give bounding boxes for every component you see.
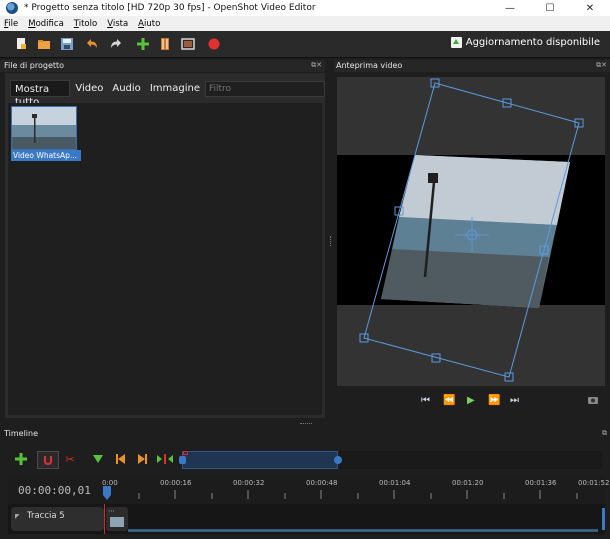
zoom-range-selection[interactable] <box>182 451 338 469</box>
ruler-tick-label: 00:00:16 <box>160 479 192 487</box>
panel-splitter-handle-horizontal[interactable] <box>300 423 312 425</box>
timeline-ruler[interactable]: 00:00:00,01 0:00 00:00:16 00:00:32 00:00… <box>8 476 609 504</box>
update-label: Aggiornamento disponibile <box>465 37 600 48</box>
clip-menu-icon[interactable]: ⋯ <box>108 507 115 515</box>
window-titlebar: * Progetto senza titolo [HD 720p 30 fps]… <box>0 0 610 16</box>
ruler-tick-label: 00:00:32 <box>233 479 265 487</box>
fast-forward-button[interactable]: ⏩ <box>488 395 500 406</box>
minimize-button[interactable]: — <box>490 3 530 14</box>
menu-modifica[interactable]: Modifica <box>28 19 64 29</box>
video-preview-area[interactable] <box>337 77 605 386</box>
clip-thumbnail <box>110 517 124 527</box>
redo-icon[interactable] <box>109 37 123 51</box>
tab-immagine[interactable]: Immagine <box>146 80 204 97</box>
file-caption: Video WhatsAp... <box>11 150 81 161</box>
playhead-handle[interactable] <box>103 486 111 500</box>
choose-profile-icon[interactable] <box>158 37 172 51</box>
timeline-panel-header: Timeline ⧉ <box>0 428 610 440</box>
menu-titolo[interactable]: Titolo <box>74 19 97 29</box>
update-arrow-icon <box>450 37 462 48</box>
add-marker-icon[interactable] <box>91 453 105 467</box>
jump-start-button[interactable]: ⏮ <box>421 395 430 406</box>
vertical-scrollbar[interactable] <box>602 508 605 530</box>
panel-float-close-icon[interactable]: ⧉✕ <box>311 61 322 70</box>
track-collapse-icon[interactable]: ◤ <box>15 513 20 520</box>
zoom-handle-right[interactable] <box>334 456 342 464</box>
ruler-tick-label: 00:01:36 <box>525 479 557 487</box>
save-project-icon[interactable] <box>60 37 74 51</box>
ruler-tick-label: 00:01:20 <box>452 479 484 487</box>
ruler-tick-label: 00:01:52 <box>578 479 610 487</box>
tab-audio[interactable]: Audio <box>108 80 144 97</box>
razor-scissors-icon[interactable]: ✂ <box>63 453 77 467</box>
openshot-logo-icon <box>6 2 18 14</box>
import-files-icon[interactable] <box>136 37 150 51</box>
file-thumbnail-item[interactable]: Video WhatsAp... <box>11 106 81 162</box>
timeline-zoom-slider[interactable] <box>179 451 602 469</box>
filter-input[interactable] <box>205 80 325 97</box>
export-video-icon[interactable] <box>207 37 221 51</box>
project-files-panel: Mostra tutto Video Audio Immagine Video … <box>5 73 325 418</box>
add-track-icon[interactable] <box>14 453 28 467</box>
menu-file[interactable]: File <box>4 19 18 29</box>
zoom-playhead-marker <box>183 451 188 455</box>
transform-overlay[interactable] <box>337 77 605 386</box>
main-toolbar: Aggiornamento disponibile <box>0 31 610 58</box>
menu-vista[interactable]: Vista <box>107 19 128 29</box>
files-panel-title: File di progetto <box>4 61 65 70</box>
horizontal-scrollbar[interactable] <box>128 529 598 532</box>
play-button[interactable]: ▶ <box>467 395 475 406</box>
new-project-icon[interactable] <box>14 37 28 51</box>
tab-video[interactable]: Video <box>71 80 107 97</box>
playhead-line <box>104 504 105 534</box>
file-list-area[interactable]: Video WhatsAp... <box>8 103 322 415</box>
track-name: Traccia 5 <box>27 511 65 521</box>
window-title: * Progetto senza titolo [HD 720p 30 fps]… <box>24 3 316 13</box>
zoom-handle-left[interactable] <box>179 456 186 464</box>
preview-panel-title: Anteprima video <box>336 61 403 70</box>
fullscreen-icon[interactable] <box>181 37 195 51</box>
clip[interactable]: ⋯ <box>106 507 128 531</box>
track-header[interactable]: ◤ Traccia 5 <box>11 507 104 531</box>
timeline-title: Timeline <box>4 429 39 438</box>
video-thumbnail-image <box>11 106 77 150</box>
ruler-tick-label: 00:01:04 <box>379 479 411 487</box>
menu-bar: File Modifica Titolo Vista Aiuto <box>0 16 610 31</box>
snapping-magnet-icon[interactable] <box>37 451 59 469</box>
filter-tabs: Mostra tutto Video Audio Immagine <box>10 80 325 108</box>
files-panel-header: File di progetto ⧉✕ <box>0 60 325 72</box>
snapshot-camera-icon[interactable] <box>587 395 599 408</box>
previous-marker-icon[interactable] <box>113 453 127 467</box>
rewind-button[interactable]: ⏪ <box>443 395 455 406</box>
tab-mostra-tutto[interactable]: Mostra tutto <box>10 80 71 108</box>
jump-end-button[interactable]: ⏭ <box>510 395 519 406</box>
maximize-button[interactable]: ☐ <box>530 3 570 14</box>
ruler-tick-label: 00:00:48 <box>306 479 338 487</box>
undo-icon[interactable] <box>85 37 99 51</box>
close-button[interactable]: ✕ <box>570 3 610 14</box>
menu-aiuto[interactable]: Aiuto <box>138 19 160 29</box>
preview-panel-header: Anteprima video ⧉✕ <box>334 60 610 72</box>
panel-float-close-icon[interactable]: ⧉✕ <box>596 61 607 70</box>
playback-controls: ⏮ ⏪ ▶ ⏩ ⏭ <box>337 393 605 413</box>
center-playhead-icon[interactable] <box>157 453 173 467</box>
next-marker-icon[interactable] <box>136 453 150 467</box>
update-available-button[interactable]: Aggiornamento disponibile <box>450 37 600 48</box>
panel-float-close-icon[interactable]: ⧉ <box>602 429 607 438</box>
panel-splitter-handle[interactable] <box>330 236 332 246</box>
open-project-icon[interactable] <box>37 37 51 51</box>
timeline-track[interactable]: ◤ Traccia 5 ⋯ <box>8 504 605 534</box>
